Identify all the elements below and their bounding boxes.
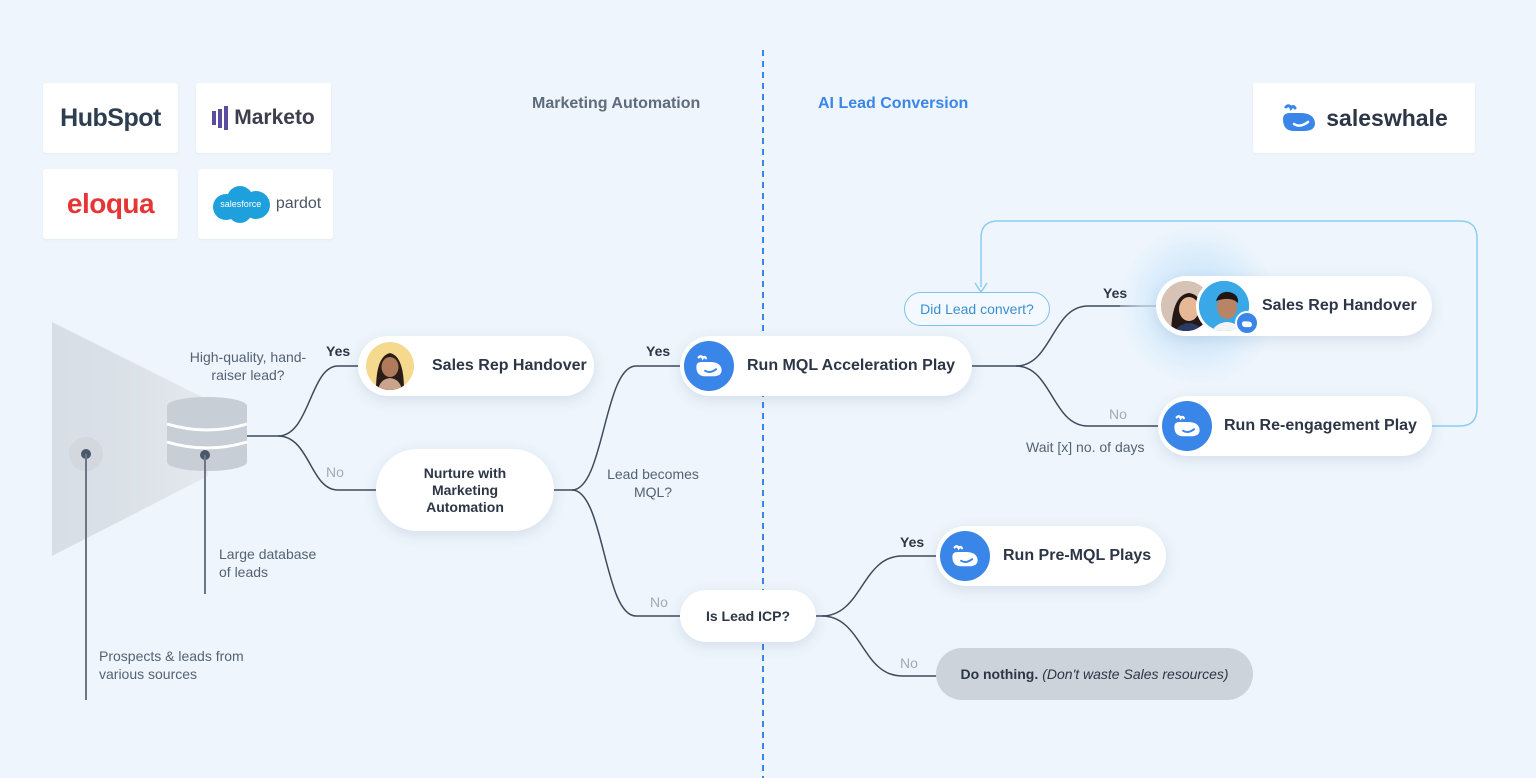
marketo-mark-icon [212, 106, 229, 130]
branch-no-icp: No [900, 655, 918, 671]
node-run-mql-acceleration-play: Run MQL Acceleration Play [680, 336, 972, 396]
hubspot-logo: HubSpot [43, 83, 178, 153]
mql-acceleration-label: Run MQL Acceleration Play [747, 357, 956, 374]
do-nothing-label: Do nothing. [960, 666, 1039, 682]
label-lead-becomes-mql: Lead becomes MQL? [607, 466, 699, 500]
do-nothing-note: (Don't waste Sales resources) [1042, 666, 1229, 682]
saleswhale-whale-icon [1280, 103, 1318, 133]
branch-no-mql: No [650, 594, 668, 610]
node-is-lead-icp: Is Lead ICP? [680, 590, 816, 642]
branch-yes-mql: Yes [646, 343, 671, 359]
label-prospects-sources: Prospects & leads from various sources [99, 648, 244, 682]
saleswhale-logo: saleswhale [1253, 83, 1475, 153]
pre-mql-label: Run Pre-MQL Plays [1003, 547, 1152, 564]
label-high-quality-lead: High-quality, hand-raiser lead? [189, 349, 307, 383]
database-icon [166, 397, 248, 471]
sales-rep-handover-left-label: Sales Rep Handover [432, 357, 587, 374]
nurture-label: Nurture with Marketing Automation [423, 464, 507, 515]
label-large-database: Large database of leads [219, 546, 317, 580]
marketo-logo: Marketo [196, 83, 331, 153]
is-lead-icp-label: Is Lead ICP? [705, 608, 791, 624]
branch-no-high-quality: No [326, 464, 344, 480]
branch-yes-converted: Yes [1103, 285, 1128, 301]
section-title-ai-lead-conversion: AI Lead Conversion [818, 95, 969, 112]
branch-yes-high-quality: Yes [326, 343, 351, 359]
branch-yes-icp: Yes [900, 534, 925, 550]
node-sales-rep-handover-left: Sales Rep Handover [358, 336, 594, 396]
sales-rep-handover-right-label: Sales Rep Handover [1262, 297, 1417, 314]
salesforce-cloud-icon: salesforce [210, 185, 272, 223]
node-run-reengagement-play: Run Re-engagement Play [1158, 396, 1432, 456]
pardot-logo: salesforce pardot [198, 169, 333, 239]
did-lead-convert-label: Did Lead convert? [904, 292, 1050, 326]
sales-rep-avatar [366, 342, 414, 390]
label-wait-days: Wait [x] no. of days [1026, 439, 1145, 455]
saleswhale-icon [940, 531, 990, 581]
saleswhale-icon [684, 341, 734, 391]
saleswhale-icon [1162, 401, 1212, 451]
node-run-pre-mql-plays: Run Pre-MQL Plays [936, 526, 1166, 586]
section-title-marketing-automation: Marketing Automation [532, 95, 701, 112]
eloqua-logo: eloqua [43, 169, 178, 239]
reengagement-label: Run Re-engagement Play [1224, 417, 1417, 434]
branch-no-converted: No [1109, 406, 1127, 422]
node-nurture-marketing-automation: Nurture with Marketing Automation [376, 449, 554, 531]
saleswhale-badge-icon [1235, 311, 1259, 335]
node-do-nothing: Do nothing. (Don't waste Sales resources… [936, 648, 1253, 700]
